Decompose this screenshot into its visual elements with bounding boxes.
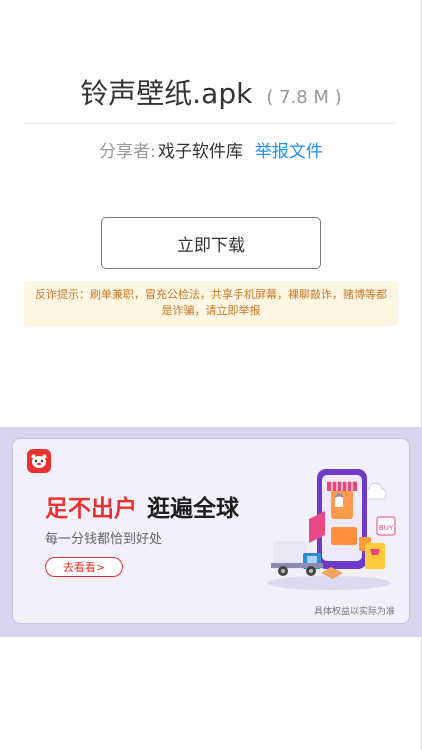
report-file-link[interactable]: 举报文件: [255, 142, 323, 162]
ad-banner-card[interactable]: 足不出户 逛遍全球 每一分钱都恰到好处 去看看> BUY 具体权益以实际为准: [12, 438, 410, 624]
shopping-phone-illustration: BUY: [267, 469, 396, 590]
anti-fraud-warning: 反诈提示：刷单兼职，冒充公检法，共享手机屏幕，裸聊敲诈，赌博等都是诈骗，请立即举…: [24, 281, 398, 326]
title-divider: [24, 123, 398, 124]
buy-tag-text: BUY: [379, 524, 394, 532]
sharer-name: 戏子软件库: [157, 142, 243, 162]
ad-view-button[interactable]: 去看看>: [45, 557, 123, 577]
ad-headline-part1: 足不出户: [45, 496, 137, 522]
sharer-label: 分享者:: [99, 142, 156, 162]
sharer-row: 分享者: 戏子软件库 举报文件: [0, 137, 422, 162]
ad-disclaimer: 具体权益以实际为准: [313, 607, 395, 617]
brand-logo-icon: [27, 449, 51, 473]
download-button[interactable]: 立即下载: [101, 217, 321, 269]
file-name: 铃声壁纸.apk: [80, 77, 253, 110]
ad-headline-part2: 逛遍全球: [147, 496, 239, 522]
file-title: 铃声壁纸.apk ( 7.8 M ): [0, 72, 422, 112]
ad-headline: 足不出户 逛遍全球: [45, 489, 239, 523]
file-size: ( 7.8 M ): [266, 87, 342, 108]
ad-subtitle: 每一分钱都恰到好处: [45, 532, 163, 547]
